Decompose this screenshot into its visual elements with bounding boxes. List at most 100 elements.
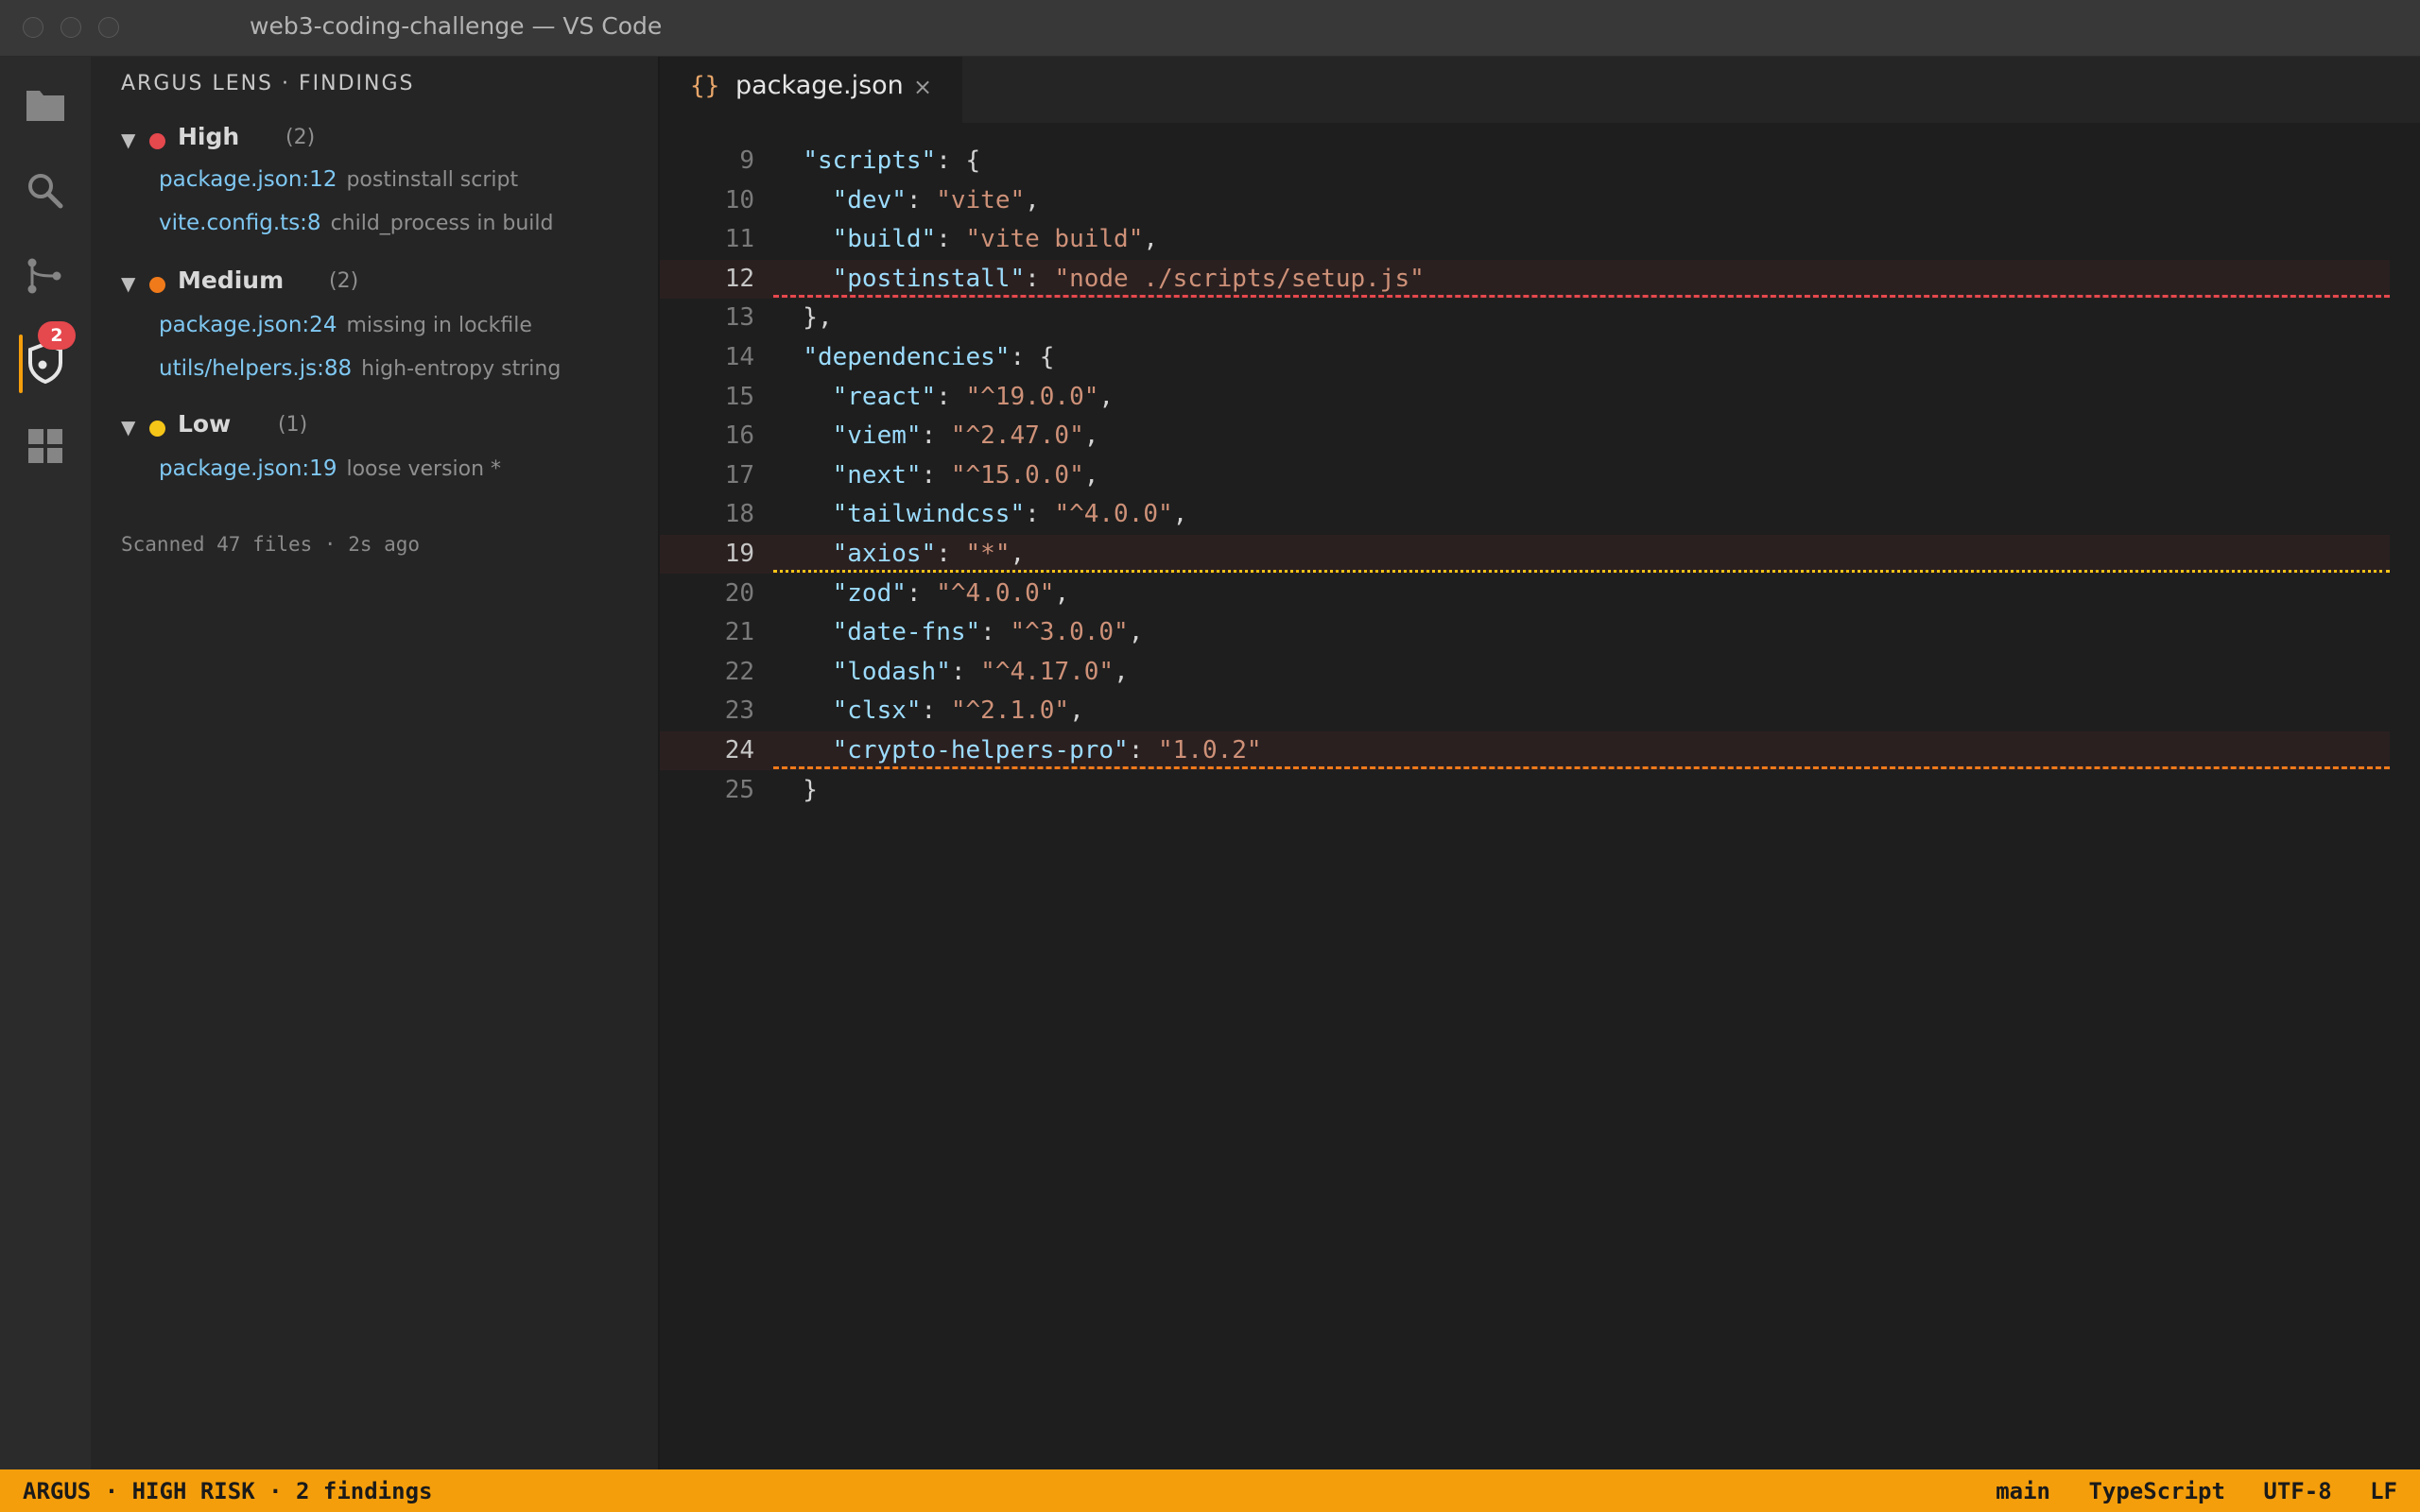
group-medium[interactable]: ▼ Medium (2) xyxy=(121,266,613,304)
severity-dot-high xyxy=(149,133,165,149)
line-text: "date-fns": "^3.0.0", xyxy=(832,618,1144,647)
source-control-icon xyxy=(27,258,61,294)
finding-description: high-entropy string xyxy=(361,357,562,381)
line-text: "react": "^19.0.0", xyxy=(832,382,1115,411)
search-button[interactable] xyxy=(0,153,91,219)
code-line[interactable]: 11 "build": "vite build", xyxy=(660,220,2390,259)
code-line[interactable]: 13 }, xyxy=(660,299,2390,337)
group-count: (2) xyxy=(285,126,316,149)
group-high[interactable]: ▼ High (2) xyxy=(121,123,613,161)
line-number: 16 xyxy=(724,421,754,451)
code-line[interactable]: 18 "tailwindcss": "^4.0.0", xyxy=(660,495,2390,534)
line-number: 20 xyxy=(724,578,754,608)
active-indicator xyxy=(19,335,23,393)
line-text: "next": "^15.0.0", xyxy=(832,460,1099,490)
line-text: "postinstall": "node ./scripts/setup.js" xyxy=(832,264,1425,293)
extensions-icon xyxy=(28,429,62,463)
line-text: } xyxy=(773,775,818,804)
finding-item[interactable]: package.json:12 postinstall script xyxy=(159,167,518,201)
severity-dot-low xyxy=(149,421,165,437)
code-line[interactable]: 14 "dependencies": { xyxy=(660,338,2390,377)
code-line[interactable]: 17 "next": "^15.0.0", xyxy=(660,456,2390,495)
line-number: 24 xyxy=(724,736,754,765)
language-mode[interactable]: TypeScript xyxy=(2088,1478,2225,1504)
encoding-indicator[interactable]: UTF-8 xyxy=(2263,1478,2331,1504)
argus-risk-status[interactable]: ARGUS · HIGH RISK · 2 findings xyxy=(23,1478,432,1504)
close-window-button[interactable] xyxy=(23,17,43,38)
tab-package-json[interactable]: {} package.json × xyxy=(660,57,962,123)
code-line[interactable]: 24 "crypto-helpers-pro": "1.0.2" xyxy=(660,731,2390,770)
finding-description: loose version * xyxy=(346,457,502,481)
line-text: "viem": "^2.47.0", xyxy=(832,421,1099,451)
tab-bar: {} package.json × xyxy=(660,57,2420,123)
group-label: Medium xyxy=(178,266,285,294)
argus-findings-panel: ARGUS LENS · FINDINGS ▼ High (2) package… xyxy=(91,57,660,1469)
code-line[interactable]: 10 "dev": "vite", xyxy=(660,181,2390,220)
chevron-down-icon: ▼ xyxy=(121,416,136,438)
finding-item[interactable]: package.json:19 loose version * xyxy=(159,456,501,490)
finding-squiggle-medium xyxy=(773,766,2390,769)
explorer-button[interactable] xyxy=(0,68,91,134)
code-line[interactable]: 19 "axios": "*", xyxy=(660,535,2390,574)
line-text: "dependencies": { xyxy=(803,343,1055,371)
argus-lens-button[interactable]: 2 xyxy=(0,321,91,393)
line-number: 25 xyxy=(724,775,754,804)
eol-indicator[interactable]: LF xyxy=(2370,1478,2397,1504)
group-count: (2) xyxy=(329,269,359,293)
finding-location: package.json:24 xyxy=(159,313,337,337)
line-number: 10 xyxy=(724,185,754,215)
extensions-button[interactable] xyxy=(0,408,91,474)
line-number: 21 xyxy=(724,618,754,647)
code-line[interactable]: 20 "zod": "^4.0.0", xyxy=(660,575,2390,613)
severity-dot-medium xyxy=(149,277,165,293)
line-number: 13 xyxy=(724,303,754,333)
code-line[interactable]: 15 "react": "^19.0.0", xyxy=(660,378,2390,417)
line-number: 14 xyxy=(724,343,754,371)
code-line[interactable]: 21 "date-fns": "^3.0.0", xyxy=(660,613,2390,652)
finding-squiggle-high xyxy=(773,294,2390,298)
search-icon xyxy=(28,174,63,209)
code-line[interactable]: 23 "clsx": "^2.1.0", xyxy=(660,692,2390,730)
code-line[interactable]: 9 "scripts": { xyxy=(660,142,2390,180)
code-line[interactable]: 12 "postinstall": "node ./scripts/setup.… xyxy=(660,259,2390,299)
code-line[interactable]: 16 "viem": "^2.47.0", xyxy=(660,417,2390,455)
maximize-window-button[interactable] xyxy=(98,17,119,38)
group-label: Low xyxy=(178,410,232,438)
line-text: "axios": "*", xyxy=(832,540,1026,568)
finding-item[interactable]: vite.config.ts:8 child_process in build xyxy=(159,211,553,245)
code-line[interactable]: 22 "lodash": "^4.17.0", xyxy=(660,653,2390,692)
title-bar: web3-coding-challenge — VS Code xyxy=(0,0,2420,57)
line-number: 22 xyxy=(724,657,754,686)
line-number: 11 xyxy=(724,225,754,254)
line-text: "lodash": "^4.17.0", xyxy=(832,657,1129,686)
files-icon xyxy=(26,91,64,121)
line-number: 23 xyxy=(724,696,754,726)
status-bar: ARGUS · HIGH RISK · 2 findings main Type… xyxy=(0,1469,2420,1512)
source-control-button[interactable] xyxy=(0,238,91,304)
finding-item[interactable]: utils/helpers.js:88 high-entropy string xyxy=(159,356,561,390)
line-text: "scripts": { xyxy=(803,146,981,175)
branch-indicator[interactable]: main xyxy=(1996,1478,2050,1504)
line-text: "build": "vite build", xyxy=(832,225,1159,254)
line-text: "zod": "^4.0.0", xyxy=(832,578,1070,608)
line-number: 18 xyxy=(724,500,754,529)
line-text: "clsx": "^2.1.0", xyxy=(832,696,1084,726)
line-number: 15 xyxy=(724,382,754,411)
line-text: "crypto-helpers-pro": "1.0.2" xyxy=(832,736,1262,765)
finding-description: postinstall script xyxy=(346,168,519,192)
group-count: (1) xyxy=(278,413,308,437)
line-number: 9 xyxy=(739,146,754,175)
code-line[interactable]: 25 } xyxy=(660,771,2390,810)
finding-location: package.json:19 xyxy=(159,456,337,481)
group-low[interactable]: ▼ Low (1) xyxy=(121,410,613,448)
chevron-down-icon: ▼ xyxy=(121,272,136,295)
minimize-window-button[interactable] xyxy=(60,17,81,38)
finding-item[interactable]: package.json:24 missing in lockfile xyxy=(159,313,532,347)
line-number: 17 xyxy=(724,460,754,490)
editor-area: {} package.json × 9 "scripts": {10 "dev"… xyxy=(660,57,2420,1469)
line-text: }, xyxy=(773,303,833,333)
scan-status: Scanned 47 files · 2s ago xyxy=(121,533,421,556)
window-title: web3-coding-challenge — VS Code xyxy=(250,12,663,40)
status-right-group: main TypeScript UTF-8 LF xyxy=(1971,1478,2397,1504)
close-icon[interactable]: × xyxy=(913,74,932,100)
